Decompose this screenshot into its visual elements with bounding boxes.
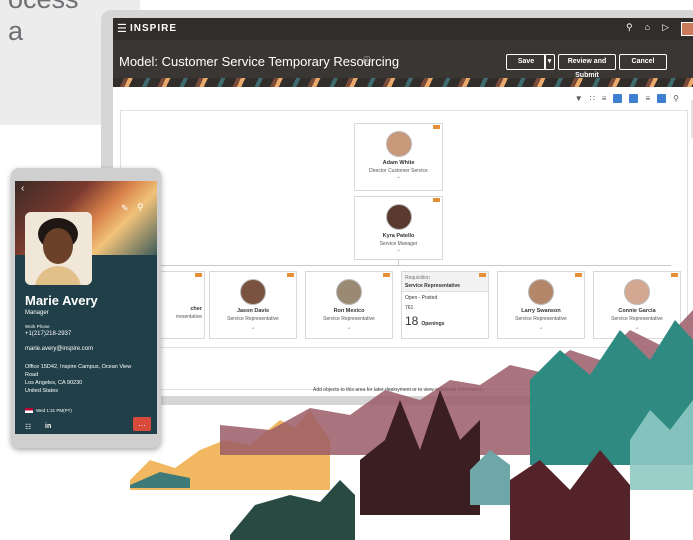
- address-block: Office 15D42, Inspire Campus, Ocean View…: [25, 363, 153, 395]
- work-phone-link[interactable]: +1(217)218-2937: [25, 331, 71, 337]
- back-icon[interactable]: ‹: [21, 183, 24, 194]
- us-flag-icon: [25, 408, 33, 413]
- profile-role: Manager: [25, 310, 49, 316]
- top-icons: ⚲ ⌂ ▷: [626, 22, 693, 36]
- local-time-text: Wed 1:31 PM(PT): [36, 408, 72, 413]
- phone-screen: ‹ ✎ ⚲ Marie Avery Manager Work Phone +1(…: [15, 181, 157, 434]
- card-menu-flag[interactable]: [433, 198, 440, 202]
- grid-view-icon[interactable]: [613, 94, 623, 103]
- save-button[interactable]: Save: [506, 54, 546, 70]
- view-toolbar: ▼ ∷ ≡ ≡ ⚲: [575, 94, 679, 103]
- face-shape: [43, 228, 73, 264]
- search-icon[interactable]: ⚲: [626, 22, 633, 36]
- card-menu-flag[interactable]: [671, 273, 678, 277]
- cancel-button[interactable]: Cancel: [619, 54, 667, 70]
- email-link[interactable]: marie.avery@inspire.com: [25, 346, 93, 352]
- address-line: United States: [25, 388, 59, 394]
- layout-icon[interactable]: ∷: [590, 94, 595, 103]
- chat-icon[interactable]: …: [133, 417, 151, 431]
- filter-icon[interactable]: ▼: [575, 94, 583, 103]
- requisition-label: Requisition: [405, 275, 430, 281]
- local-time: Wed 1:31 PM(PT): [25, 408, 72, 413]
- chevron-up-icon[interactable]: ⌃: [355, 249, 442, 256]
- phone-frame: ‹ ✎ ⚲ Marie Avery Manager Work Phone +1(…: [11, 168, 161, 448]
- card-menu-flag[interactable]: [479, 273, 486, 277]
- employee-title: Service Manager: [379, 241, 418, 247]
- menu-list-icon[interactable]: ≡: [645, 94, 650, 103]
- address-line: Road: [25, 372, 39, 378]
- connector: [161, 265, 671, 266]
- search-icon[interactable]: ⚲: [137, 202, 144, 213]
- home-icon[interactable]: ⌂: [645, 22, 650, 36]
- profile-name: Marie Avery: [25, 293, 98, 308]
- top-navigation-bar: ☰ INSPIRE ⚲ ⌂ ▷: [113, 18, 693, 40]
- work-phone-label: Work Phone: [25, 324, 50, 329]
- page-title: Model: Customer Service Temporary Resour…: [119, 54, 400, 69]
- zoom-in-icon[interactable]: [657, 94, 667, 103]
- address-line: Los Angeles, CA 90230: [25, 380, 83, 386]
- zoom-out-icon[interactable]: ⚲: [673, 94, 679, 103]
- linkedin-icon[interactable]: in: [45, 423, 51, 430]
- org-card-top[interactable]: Adam White Director Customer Service ⌃: [354, 123, 443, 191]
- edit-icon[interactable]: ✎: [121, 203, 129, 214]
- card-menu-flag[interactable]: [287, 273, 294, 277]
- employee-name: Kyra Patello: [382, 233, 415, 239]
- chart-view-icon[interactable]: [629, 94, 639, 103]
- chevron-up-icon[interactable]: ⌃: [355, 176, 442, 183]
- card-menu-flag[interactable]: [433, 125, 440, 129]
- title-bar: Model: Customer Service Temporary Resour…: [113, 40, 693, 79]
- user-avatar[interactable]: [681, 22, 693, 36]
- decorative-pattern: [113, 78, 693, 87]
- avatar: [385, 131, 412, 157]
- employee-name: Adam White: [382, 160, 415, 166]
- review-submit-button[interactable]: Review and Submit: [558, 54, 616, 79]
- requisition-role: Service Representative: [405, 283, 461, 289]
- info-icon[interactable]: ⓘ: [363, 55, 371, 66]
- employee-title: Director Customer Service: [369, 168, 428, 174]
- address-line: Office 15D42, Inspire Campus, Ocean View: [25, 364, 132, 370]
- list-icon[interactable]: ≡: [602, 94, 607, 103]
- avatar: [385, 204, 412, 230]
- slack-icon[interactable]: ☷: [25, 423, 31, 431]
- hero-line-2: a: [8, 16, 24, 46]
- profile-photo: [25, 212, 92, 285]
- card-menu-flag[interactable]: [575, 273, 582, 277]
- menu-icon[interactable]: ☰: [117, 22, 127, 35]
- decorative-data-art: [130, 310, 693, 540]
- profile-photo-art: [25, 212, 92, 285]
- save-dropdown-icon[interactable]: ▾: [544, 54, 555, 70]
- org-card-manager[interactable]: Kyra Patello Service Manager ⌃: [354, 196, 443, 260]
- card-menu-flag[interactable]: [383, 273, 390, 277]
- brand-logo: INSPIRE: [130, 23, 178, 34]
- card-menu-flag[interactable]: [195, 273, 202, 277]
- play-icon[interactable]: ▷: [662, 22, 669, 36]
